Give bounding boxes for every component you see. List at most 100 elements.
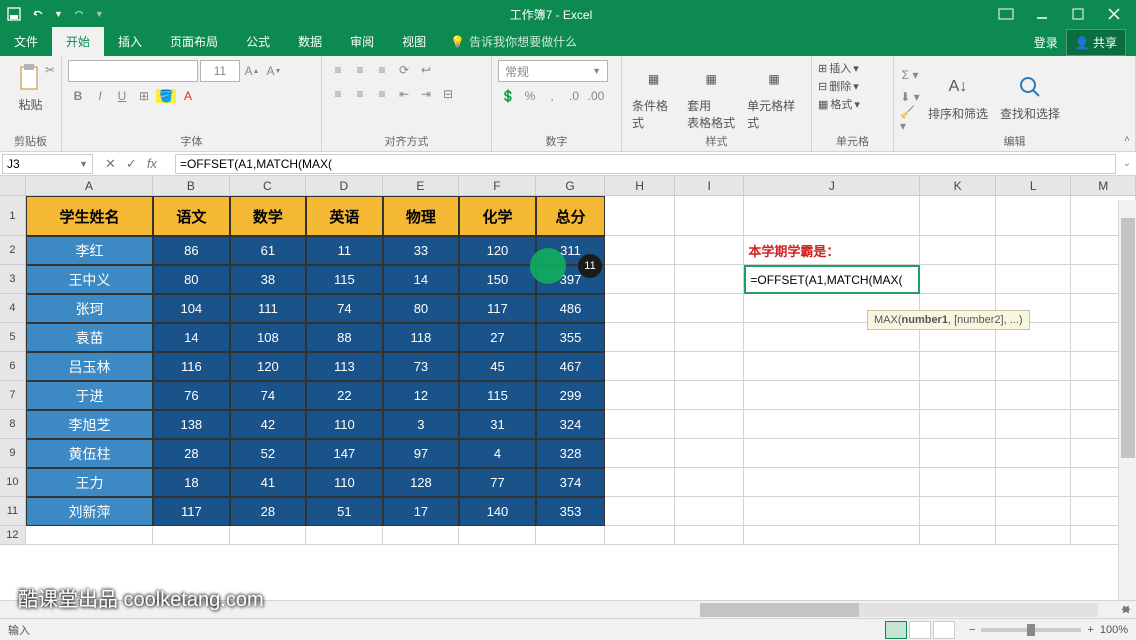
maximize-icon[interactable] [1070, 6, 1086, 22]
cell[interactable] [675, 294, 745, 323]
cell[interactable]: 42 [230, 410, 307, 439]
col-head-E[interactable]: E [383, 176, 460, 195]
cut-icon[interactable]: ✂ [40, 60, 60, 80]
col-head-I[interactable]: I [675, 176, 745, 195]
cell[interactable]: 总分 [536, 196, 606, 236]
italic-button[interactable]: I [90, 86, 110, 106]
cell[interactable] [996, 381, 1072, 410]
col-head-B[interactable]: B [153, 176, 230, 195]
cell[interactable]: 486 [536, 294, 606, 323]
cell[interactable]: 74 [306, 294, 383, 323]
cell[interactable]: 61 [230, 236, 307, 265]
collapse-ribbon-icon[interactable]: ˄ [1124, 134, 1130, 145]
undo-dd-icon[interactable]: ▼ [54, 9, 63, 19]
cell[interactable]: 张珂 [26, 294, 153, 323]
cell[interactable] [920, 410, 996, 439]
cell[interactable] [605, 526, 675, 545]
cell[interactable]: 150 [459, 265, 536, 294]
insert-cells-button[interactable]: ⊞插入 ▾ [818, 60, 887, 76]
bold-button[interactable]: B [68, 86, 88, 106]
cell[interactable] [996, 265, 1072, 294]
border-button[interactable]: ⊞ [134, 86, 154, 106]
cell[interactable] [920, 497, 996, 526]
cell[interactable] [675, 526, 745, 545]
cell[interactable] [744, 468, 920, 497]
cell[interactable]: 王力 [26, 468, 153, 497]
decimal-inc-icon[interactable]: .0 [564, 86, 584, 106]
cell[interactable] [605, 439, 675, 468]
cell[interactable] [996, 439, 1072, 468]
cell[interactable] [996, 410, 1072, 439]
row-head[interactable]: 1 [0, 196, 26, 236]
cell[interactable] [306, 526, 383, 545]
fx-icon[interactable]: fx [147, 156, 163, 172]
numberformat-selector[interactable]: 常规▼ [498, 60, 608, 82]
tab-insert[interactable]: 插入 [104, 27, 156, 56]
cell[interactable]: 27 [459, 323, 536, 352]
cell[interactable]: 李旭芝 [26, 410, 153, 439]
cell[interactable]: 353 [536, 497, 606, 526]
cell[interactable] [920, 468, 996, 497]
cell[interactable] [605, 352, 675, 381]
tab-home[interactable]: 开始 [52, 27, 104, 56]
cell[interactable] [605, 323, 675, 352]
row-head[interactable]: 9 [0, 439, 26, 468]
cell[interactable]: 140 [459, 497, 536, 526]
col-head-F[interactable]: F [459, 176, 536, 195]
cell[interactable] [996, 196, 1072, 236]
zoom-level[interactable]: 100% [1100, 624, 1128, 636]
cell[interactable] [996, 352, 1072, 381]
currency-icon[interactable]: 💲 [498, 86, 518, 106]
tab-layout[interactable]: 页面布局 [156, 27, 232, 56]
align-mid-icon[interactable]: ≡ [350, 60, 370, 80]
cell[interactable]: 115 [459, 381, 536, 410]
cell[interactable]: 45 [459, 352, 536, 381]
cell[interactable] [605, 196, 675, 236]
cell[interactable]: 110 [306, 410, 383, 439]
cell[interactable]: 11 [306, 236, 383, 265]
align-bot-icon[interactable]: ≡ [372, 60, 392, 80]
cell[interactable] [996, 526, 1072, 545]
cell[interactable]: 刘新萍 [26, 497, 153, 526]
cell[interactable] [230, 526, 307, 545]
ribbon-opts-icon[interactable] [998, 6, 1014, 22]
col-head-C[interactable]: C [230, 176, 307, 195]
cell[interactable]: 学生姓名 [26, 196, 153, 236]
cell[interactable]: 物理 [383, 196, 460, 236]
row-head[interactable]: 11 [0, 497, 26, 526]
cell[interactable] [744, 526, 920, 545]
table-format-button[interactable]: ▦套用 表格格式 [683, 61, 739, 133]
row-head[interactable]: 5 [0, 323, 26, 352]
cell[interactable] [920, 265, 996, 294]
cell[interactable]: 374 [536, 468, 606, 497]
vertical-scrollbar[interactable] [1118, 200, 1136, 600]
clear-icon[interactable]: 🧹 ▾ [900, 109, 920, 129]
close-icon[interactable] [1106, 6, 1122, 22]
row-head[interactable]: 8 [0, 410, 26, 439]
cell[interactable] [675, 439, 745, 468]
cell[interactable] [920, 196, 996, 236]
cell[interactable]: 28 [153, 439, 230, 468]
name-box[interactable]: J3▼ [2, 154, 93, 174]
underline-button[interactable]: U [112, 86, 132, 106]
cell[interactable]: 128 [383, 468, 460, 497]
cell[interactable] [675, 196, 745, 236]
cell[interactable] [153, 526, 230, 545]
cell[interactable]: 12 [383, 381, 460, 410]
cell[interactable]: 86 [153, 236, 230, 265]
cell[interactable]: 14 [383, 265, 460, 294]
cell[interactable]: 28 [230, 497, 307, 526]
cell[interactable]: 3 [383, 410, 460, 439]
cell[interactable]: 于进 [26, 381, 153, 410]
cell[interactable]: 38 [230, 265, 307, 294]
align-right-icon[interactable]: ≡ [372, 84, 392, 104]
cell[interactable] [675, 497, 745, 526]
cell[interactable] [920, 352, 996, 381]
expand-formula-icon[interactable]: ⌄ [1118, 158, 1136, 169]
cell[interactable] [920, 526, 996, 545]
col-head-J[interactable]: J [744, 176, 920, 195]
tab-view[interactable]: 视图 [388, 27, 440, 56]
save-icon[interactable] [6, 6, 22, 22]
cell[interactable]: =OFFSET(A1,MATCH(MAX( [744, 265, 920, 294]
row-head[interactable]: 6 [0, 352, 26, 381]
